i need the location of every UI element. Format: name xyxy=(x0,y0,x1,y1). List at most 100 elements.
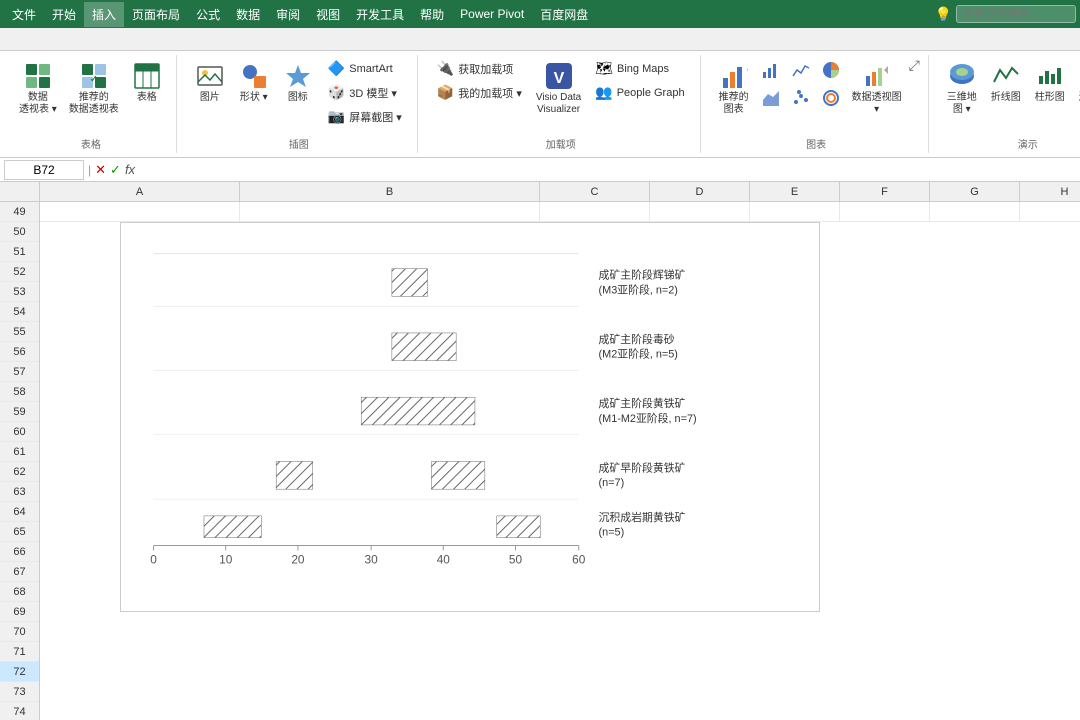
menu-developer[interactable]: 开发工具 xyxy=(348,2,412,27)
row-50[interactable]: 50 xyxy=(0,222,39,242)
cell-a49[interactable] xyxy=(40,202,240,221)
3d-map-button[interactable]: 三维地图 ▾ xyxy=(941,57,983,119)
line-chart-button[interactable] xyxy=(787,57,815,83)
sparkline-bar-button[interactable]: 柱形图 xyxy=(1029,57,1071,107)
chart-expand-button[interactable]: ⤢ xyxy=(909,57,920,74)
bar-chart-button[interactable] xyxy=(757,57,785,83)
cell-g49[interactable] xyxy=(930,202,1020,221)
row-66[interactable]: 66 xyxy=(0,542,39,562)
smartart-button[interactable]: 🔷 SmartArt xyxy=(321,57,409,80)
get-addins-button[interactable]: 🔌 获取加载项 xyxy=(430,57,529,80)
cancel-formula-icon[interactable]: ✕ xyxy=(95,162,106,178)
people-graph-icon: 👥 xyxy=(595,84,612,101)
shape-button[interactable]: 形状 ▾ xyxy=(233,57,275,107)
sparkline-line-button[interactable]: 折线图 xyxy=(985,57,1027,107)
3d-model-button[interactable]: 🎲 3D 模型 ▾ xyxy=(321,81,409,104)
row-55[interactable]: 55 xyxy=(0,322,39,342)
row-49[interactable]: 49 xyxy=(0,202,39,222)
menu-power-pivot[interactable]: Power Pivot xyxy=(452,3,532,25)
row-51[interactable]: 51 xyxy=(0,242,39,262)
bing-maps-button[interactable]: 🗺 Bing Maps xyxy=(588,57,691,80)
row-54[interactable]: 54 xyxy=(0,302,39,322)
row-59[interactable]: 59 xyxy=(0,402,39,422)
pivot-chart-button[interactable]: 数据透视图 ▾ xyxy=(847,57,907,119)
row-65[interactable]: 65 xyxy=(0,522,39,542)
sparkline-win-button[interactable]: 迷你图 xyxy=(1073,57,1080,107)
col-header-f[interactable]: F xyxy=(840,182,930,201)
row-52[interactable]: 52 xyxy=(0,262,39,282)
pie-chart-button[interactable] xyxy=(817,57,845,83)
cell-reference[interactable]: B72 xyxy=(4,160,84,180)
corner-cell xyxy=(0,182,40,201)
formula-icons: ✕ ✓ fx xyxy=(95,162,135,178)
row-57[interactable]: 57 xyxy=(0,362,39,382)
row-69[interactable]: 69 xyxy=(0,602,39,622)
row-53[interactable]: 53 xyxy=(0,282,39,302)
pivot-chart-label: 数据透视图 ▾ xyxy=(852,92,902,116)
pivot-table-button[interactable]: 数据透视表 ▾ xyxy=(14,57,62,119)
recommend-pivot-button[interactable]: ✓ 推荐的数据透视表 xyxy=(64,57,124,119)
svg-text:30: 30 xyxy=(365,552,379,566)
menu-data[interactable]: 数据 xyxy=(228,2,268,27)
menu-baidu[interactable]: 百度网盘 xyxy=(532,2,596,27)
cell-e49[interactable] xyxy=(750,202,840,221)
bar-row4a xyxy=(276,462,313,490)
col-header-d[interactable]: D xyxy=(650,182,750,201)
col-header-e[interactable]: E xyxy=(750,182,840,201)
area-chart-button[interactable] xyxy=(757,85,785,111)
row-60[interactable]: 60 xyxy=(0,422,39,442)
row-72[interactable]: 72 xyxy=(0,662,39,682)
row-73[interactable]: 73 xyxy=(0,682,39,702)
cell-b49[interactable] xyxy=(240,202,540,221)
col-header-a[interactable]: A xyxy=(40,182,240,201)
recommend-pivot-icon: ✓ xyxy=(78,60,110,92)
row-67[interactable]: 67 xyxy=(0,562,39,582)
cell-c49[interactable] xyxy=(540,202,650,221)
row-62[interactable]: 62 xyxy=(0,462,39,482)
cell-f49[interactable] xyxy=(840,202,930,221)
menu-page-layout[interactable]: 页面布局 xyxy=(124,2,188,27)
visio-button[interactable]: V Visio DataVisualizer xyxy=(531,57,586,119)
screenshot-button[interactable]: 📷 屏幕截图 ▾ xyxy=(321,105,409,128)
pivot-table-label: 数据透视表 ▾ xyxy=(19,92,57,116)
menu-help[interactable]: 帮助 xyxy=(412,2,452,27)
row-58[interactable]: 58 xyxy=(0,382,39,402)
row-64[interactable]: 64 xyxy=(0,502,39,522)
row-56[interactable]: 56 xyxy=(0,342,39,362)
insert-function-icon[interactable]: fx xyxy=(125,162,135,177)
icon-button[interactable]: 图标 xyxy=(277,57,319,107)
recommend-chart-button[interactable]: ✓ 推荐的图表 xyxy=(713,57,755,119)
chart-container[interactable]: 0 10 20 30 40 50 60 xyxy=(120,222,820,612)
menu-review[interactable]: 审阅 xyxy=(268,2,308,27)
menu-view[interactable]: 视图 xyxy=(308,2,348,27)
row-numbers: 49 50 51 52 53 54 55 56 57 58 59 60 61 6… xyxy=(0,202,40,720)
sparkline-line-label: 折线图 xyxy=(991,92,1021,104)
other-chart-button[interactable] xyxy=(817,85,845,111)
illustration-vertical: 🔷 SmartArt 🎲 3D 模型 ▾ 📷 屏幕截图 ▾ xyxy=(321,57,409,128)
scatter-chart-button[interactable] xyxy=(787,85,815,111)
col-header-g[interactable]: G xyxy=(930,182,1020,201)
row-70[interactable]: 70 xyxy=(0,622,39,642)
col-header-h[interactable]: H xyxy=(1020,182,1080,201)
row-74[interactable]: 74 xyxy=(0,702,39,720)
menu-home[interactable]: 开始 xyxy=(44,2,84,27)
menu-insert[interactable]: 插入 xyxy=(84,2,124,27)
svg-text:10: 10 xyxy=(219,552,233,566)
confirm-formula-icon[interactable]: ✓ xyxy=(110,162,121,178)
menu-file[interactable]: 文件 xyxy=(4,2,44,27)
row-61[interactable]: 61 xyxy=(0,442,39,462)
row-71[interactable]: 71 xyxy=(0,642,39,662)
table-button[interactable]: 表格 xyxy=(126,57,168,107)
cell-d49[interactable] xyxy=(650,202,750,221)
menu-formula[interactable]: 公式 xyxy=(188,2,228,27)
image-button[interactable]: 图片 xyxy=(189,57,231,107)
menu-bar: 文件 开始 插入 页面布局 公式 数据 审阅 视图 开发工具 帮助 Power … xyxy=(0,0,1080,28)
row-63[interactable]: 63 xyxy=(0,482,39,502)
col-header-c[interactable]: C xyxy=(540,182,650,201)
col-header-b[interactable]: B xyxy=(240,182,540,201)
row-68[interactable]: 68 xyxy=(0,582,39,602)
search-input[interactable] xyxy=(956,5,1076,23)
my-addins-button[interactable]: 📦 我的加载项 ▾ xyxy=(430,81,529,104)
formula-input[interactable] xyxy=(139,161,1076,179)
people-graph-button[interactable]: 👥 People Graph xyxy=(588,81,691,104)
